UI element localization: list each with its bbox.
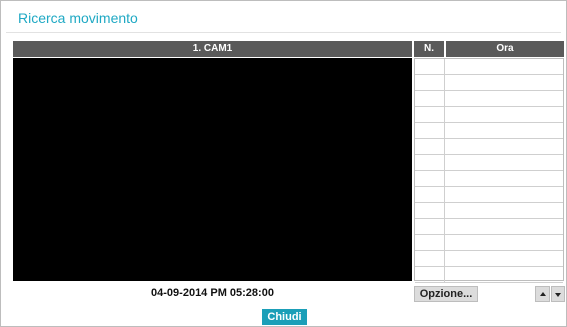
playback-timestamp: 04-09-2014 PM 05:28:00 <box>151 287 274 299</box>
cell-time <box>445 267 563 282</box>
video-viewport[interactable] <box>13 58 412 281</box>
cell-number <box>415 75 445 90</box>
table-row[interactable] <box>415 187 563 203</box>
cell-number <box>415 59 445 74</box>
results-table <box>414 58 564 283</box>
cell-time <box>445 123 563 138</box>
table-row[interactable] <box>415 75 563 91</box>
table-row[interactable] <box>415 123 563 139</box>
cell-time <box>445 219 563 234</box>
triangle-down-icon <box>555 293 561 297</box>
close-button[interactable]: Chiudi <box>262 309 307 325</box>
table-row[interactable] <box>415 59 563 75</box>
table-row[interactable] <box>415 171 563 187</box>
table-row[interactable] <box>415 235 563 251</box>
scroll-up-button[interactable] <box>535 286 550 302</box>
triangle-up-icon <box>540 292 546 296</box>
table-row[interactable] <box>415 267 563 283</box>
cell-time <box>445 75 563 90</box>
table-row[interactable] <box>415 139 563 155</box>
motion-search-dialog: Ricerca movimento 1. CAM1 04-09-2014 PM … <box>0 0 567 327</box>
table-row[interactable] <box>415 251 563 267</box>
cell-number <box>415 187 445 202</box>
cell-number <box>415 91 445 106</box>
cell-number <box>415 267 445 282</box>
cell-time <box>445 251 563 266</box>
cell-number <box>415 219 445 234</box>
cell-number <box>415 171 445 186</box>
column-header-number: N. <box>414 41 444 57</box>
cell-number <box>415 123 445 138</box>
cell-time <box>445 155 563 170</box>
scroll-down-button[interactable] <box>551 286 565 302</box>
cell-number <box>415 203 445 218</box>
table-row[interactable] <box>415 155 563 171</box>
column-header-time: Ora <box>446 41 564 57</box>
table-row[interactable] <box>415 91 563 107</box>
cell-time <box>445 59 563 74</box>
table-row[interactable] <box>415 219 563 235</box>
cell-number <box>415 139 445 154</box>
table-row[interactable] <box>415 107 563 123</box>
dialog-title: Ricerca movimento <box>18 10 138 26</box>
option-button[interactable]: Opzione... <box>414 286 478 302</box>
cell-time <box>445 203 563 218</box>
cell-number <box>415 251 445 266</box>
cell-time <box>445 139 563 154</box>
cell-time <box>445 171 563 186</box>
cell-time <box>445 235 563 250</box>
cell-number <box>415 235 445 250</box>
table-row[interactable] <box>415 203 563 219</box>
title-divider <box>6 32 561 33</box>
cell-number <box>415 155 445 170</box>
cell-time <box>445 91 563 106</box>
camera-header: 1. CAM1 <box>13 41 412 57</box>
cell-number <box>415 107 445 122</box>
cell-time <box>445 107 563 122</box>
cell-time <box>445 187 563 202</box>
